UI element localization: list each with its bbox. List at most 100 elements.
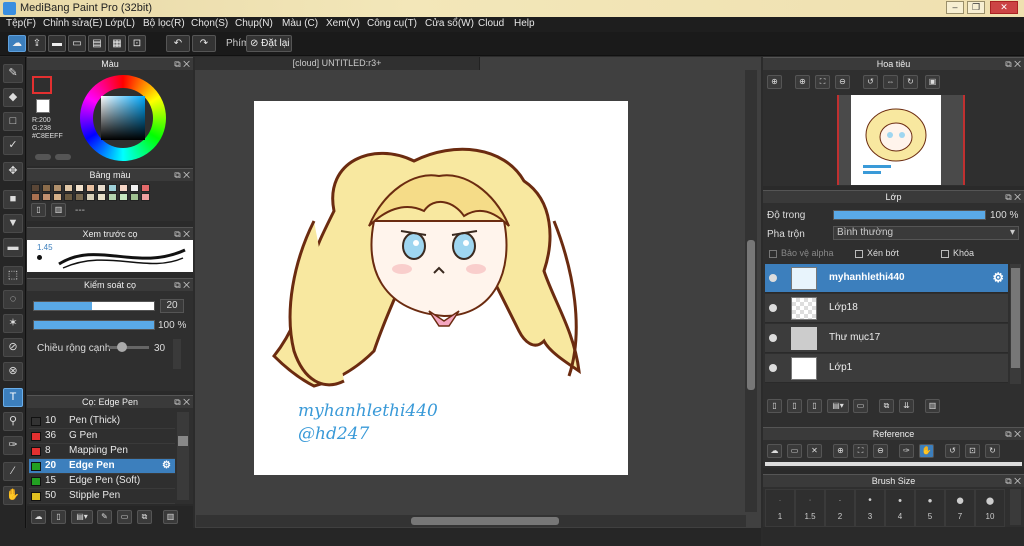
menu-tools[interactable]: Công cụ(T)	[367, 18, 417, 29]
layer-row[interactable]: Lớp1	[765, 354, 1008, 383]
brush-list-scrollbar[interactable]	[177, 412, 189, 500]
comment-icon[interactable]: ▬	[48, 35, 66, 52]
document-tab[interactable]: [cloud] UNTITLED:r3+	[195, 57, 480, 70]
select-rect-icon[interactable]: ⬚	[3, 266, 23, 285]
chat-icon[interactable]: ▭	[68, 35, 86, 52]
lasso-icon[interactable]: ◌	[3, 290, 23, 309]
canvas-paper[interactable]: myhanhlethi440 @hd247	[254, 101, 628, 475]
brush-size-scrollbar[interactable]	[1010, 489, 1021, 525]
color-mode-toggle[interactable]	[35, 154, 51, 160]
menu-capture[interactable]: Chụp(N)	[235, 18, 273, 29]
reference-image-strip[interactable]	[765, 462, 1022, 466]
edge-width-handle[interactable]	[117, 342, 127, 352]
brush-size-cell[interactable]: • 4	[885, 489, 915, 527]
eye-icon[interactable]	[769, 304, 777, 312]
palette-swatch[interactable]	[64, 184, 73, 192]
fit-screen-icon[interactable]: ⛶	[815, 75, 830, 89]
color-mode-toggle-2[interactable]	[55, 154, 71, 160]
brush-item[interactable]: 15 Edge Pen (Soft)	[29, 474, 175, 489]
palette-swatch[interactable]	[31, 193, 40, 201]
palette-swatch[interactable]	[130, 193, 139, 201]
close-button[interactable]: ✕	[990, 1, 1018, 14]
zoom-fit-icon[interactable]: ⊕	[767, 75, 782, 89]
palette-swatch[interactable]	[53, 184, 62, 192]
brush-item-active[interactable]: 20 Edge Pen ⚙	[29, 459, 175, 474]
zoom-in-icon[interactable]: ⊕	[833, 444, 848, 458]
folder-icon[interactable]: ▭	[853, 399, 868, 413]
trash-icon[interactable]: ▥	[163, 510, 178, 524]
new-layer-icon[interactable]: ▯	[767, 399, 782, 413]
select-eraser-icon[interactable]: ⊗	[3, 362, 23, 381]
palette-swatch[interactable]	[42, 193, 51, 201]
panel-controls-icon[interactable]: ⧉ ✕	[1005, 428, 1021, 440]
hue-wheel[interactable]	[80, 75, 166, 161]
brush-size-cell[interactable]: ● 7	[945, 489, 975, 527]
palette-swatch[interactable]	[75, 184, 84, 192]
palette-swatch[interactable]	[108, 193, 117, 201]
dropper-icon[interactable]: ⁄	[3, 462, 23, 481]
brush-size-cell[interactable]: • 5	[915, 489, 945, 527]
palette-swatch[interactable]	[64, 193, 73, 201]
rotate-right-icon[interactable]: ↻	[903, 75, 918, 89]
edge-width-track[interactable]	[109, 342, 149, 352]
menu-layer[interactable]: Lớp(L)	[105, 18, 135, 29]
new-halftone-layer-icon[interactable]: ▯	[787, 399, 802, 413]
new-8bit-layer-icon[interactable]: ▯	[807, 399, 822, 413]
brush-size-slider[interactable]	[33, 301, 155, 311]
duplicate-layer-icon[interactable]: ⧉	[879, 399, 894, 413]
zoom-in-icon[interactable]: ⊕	[795, 75, 810, 89]
cloud-brush-icon[interactable]: ☁	[31, 510, 46, 524]
gear-icon[interactable]: ⚙	[162, 459, 171, 473]
text-tool-icon[interactable]: T	[3, 388, 23, 407]
scroll-thumb[interactable]	[411, 517, 559, 525]
select-pen-icon[interactable]: ⊘	[3, 338, 23, 357]
panel-controls-icon[interactable]: ⧉ ✕	[174, 169, 190, 181]
protect-alpha-checkbox[interactable]: Bảo vệ alpha	[769, 248, 834, 258]
palette-swatch[interactable]	[97, 193, 106, 201]
menu-cloud[interactable]: Cloud	[478, 18, 504, 29]
palette-swatch[interactable]	[42, 184, 51, 192]
zoom-out-icon[interactable]: ⊖	[835, 75, 850, 89]
blend-mode-select[interactable]: Bình thường ▾	[833, 226, 1019, 240]
navigator-preview[interactable]	[837, 95, 965, 185]
redo-icon[interactable]: ↷	[192, 35, 216, 52]
brush-item[interactable]: 50 Stipple Pen	[29, 489, 175, 504]
primary-color-swatch[interactable]	[32, 76, 52, 94]
add-brush-icon[interactable]: ▤▾	[71, 510, 93, 524]
eye-icon[interactable]	[769, 274, 777, 282]
open-folder-icon[interactable]: ▭	[787, 444, 802, 458]
flip-icon[interactable]: ⇔	[883, 75, 898, 89]
add-layer-menu-icon[interactable]: ▤▾	[827, 399, 849, 413]
horizontal-scrollbar[interactable]	[196, 515, 746, 527]
layer-row-active[interactable]: myhanhlethi440 ⚙	[765, 264, 1008, 293]
palette-swatch[interactable]	[31, 184, 40, 192]
copy-icon[interactable]: ⧉	[137, 510, 152, 524]
brush-size-cell[interactable]: • 3	[855, 489, 885, 527]
close-icon[interactable]: ✕	[807, 444, 822, 458]
new-brush-icon[interactable]: ▯	[51, 510, 66, 524]
cloud-icon[interactable]: ☁	[767, 444, 782, 458]
saturation-square[interactable]	[101, 96, 145, 140]
new-palette-icon[interactable]: ▯	[31, 203, 46, 217]
eye-icon[interactable]	[769, 364, 777, 372]
menu-select[interactable]: Chọn(S)	[191, 18, 228, 29]
panel-controls-icon[interactable]: ⧉ ✕	[174, 228, 190, 240]
scroll-thumb[interactable]	[747, 240, 755, 390]
palette-swatch[interactable]	[53, 193, 62, 201]
palette-swatch[interactable]	[119, 184, 128, 192]
panel-controls-icon[interactable]: ⧉ ✕	[1005, 191, 1021, 203]
maximize-button[interactable]: ❐	[967, 1, 985, 14]
merge-layer-icon[interactable]: ⇊	[899, 399, 914, 413]
palette-swatch[interactable]	[141, 184, 150, 192]
menu-file[interactable]: Tệp(F)	[6, 18, 36, 29]
grid-icon[interactable]: ▦	[108, 35, 126, 52]
vertical-scrollbar[interactable]	[745, 70, 757, 512]
edit-brush-icon[interactable]: ✎	[97, 510, 112, 524]
panel-controls-icon[interactable]: ⧉ ✕	[174, 58, 190, 70]
zoom-out-icon[interactable]: ⊖	[873, 444, 888, 458]
palette-swatch[interactable]	[119, 193, 128, 201]
minimize-button[interactable]: –	[946, 1, 964, 14]
eye-icon[interactable]	[769, 334, 777, 342]
delete-palette-icon[interactable]: ▥	[51, 203, 66, 217]
fit-icon[interactable]: ⊡	[965, 444, 980, 458]
